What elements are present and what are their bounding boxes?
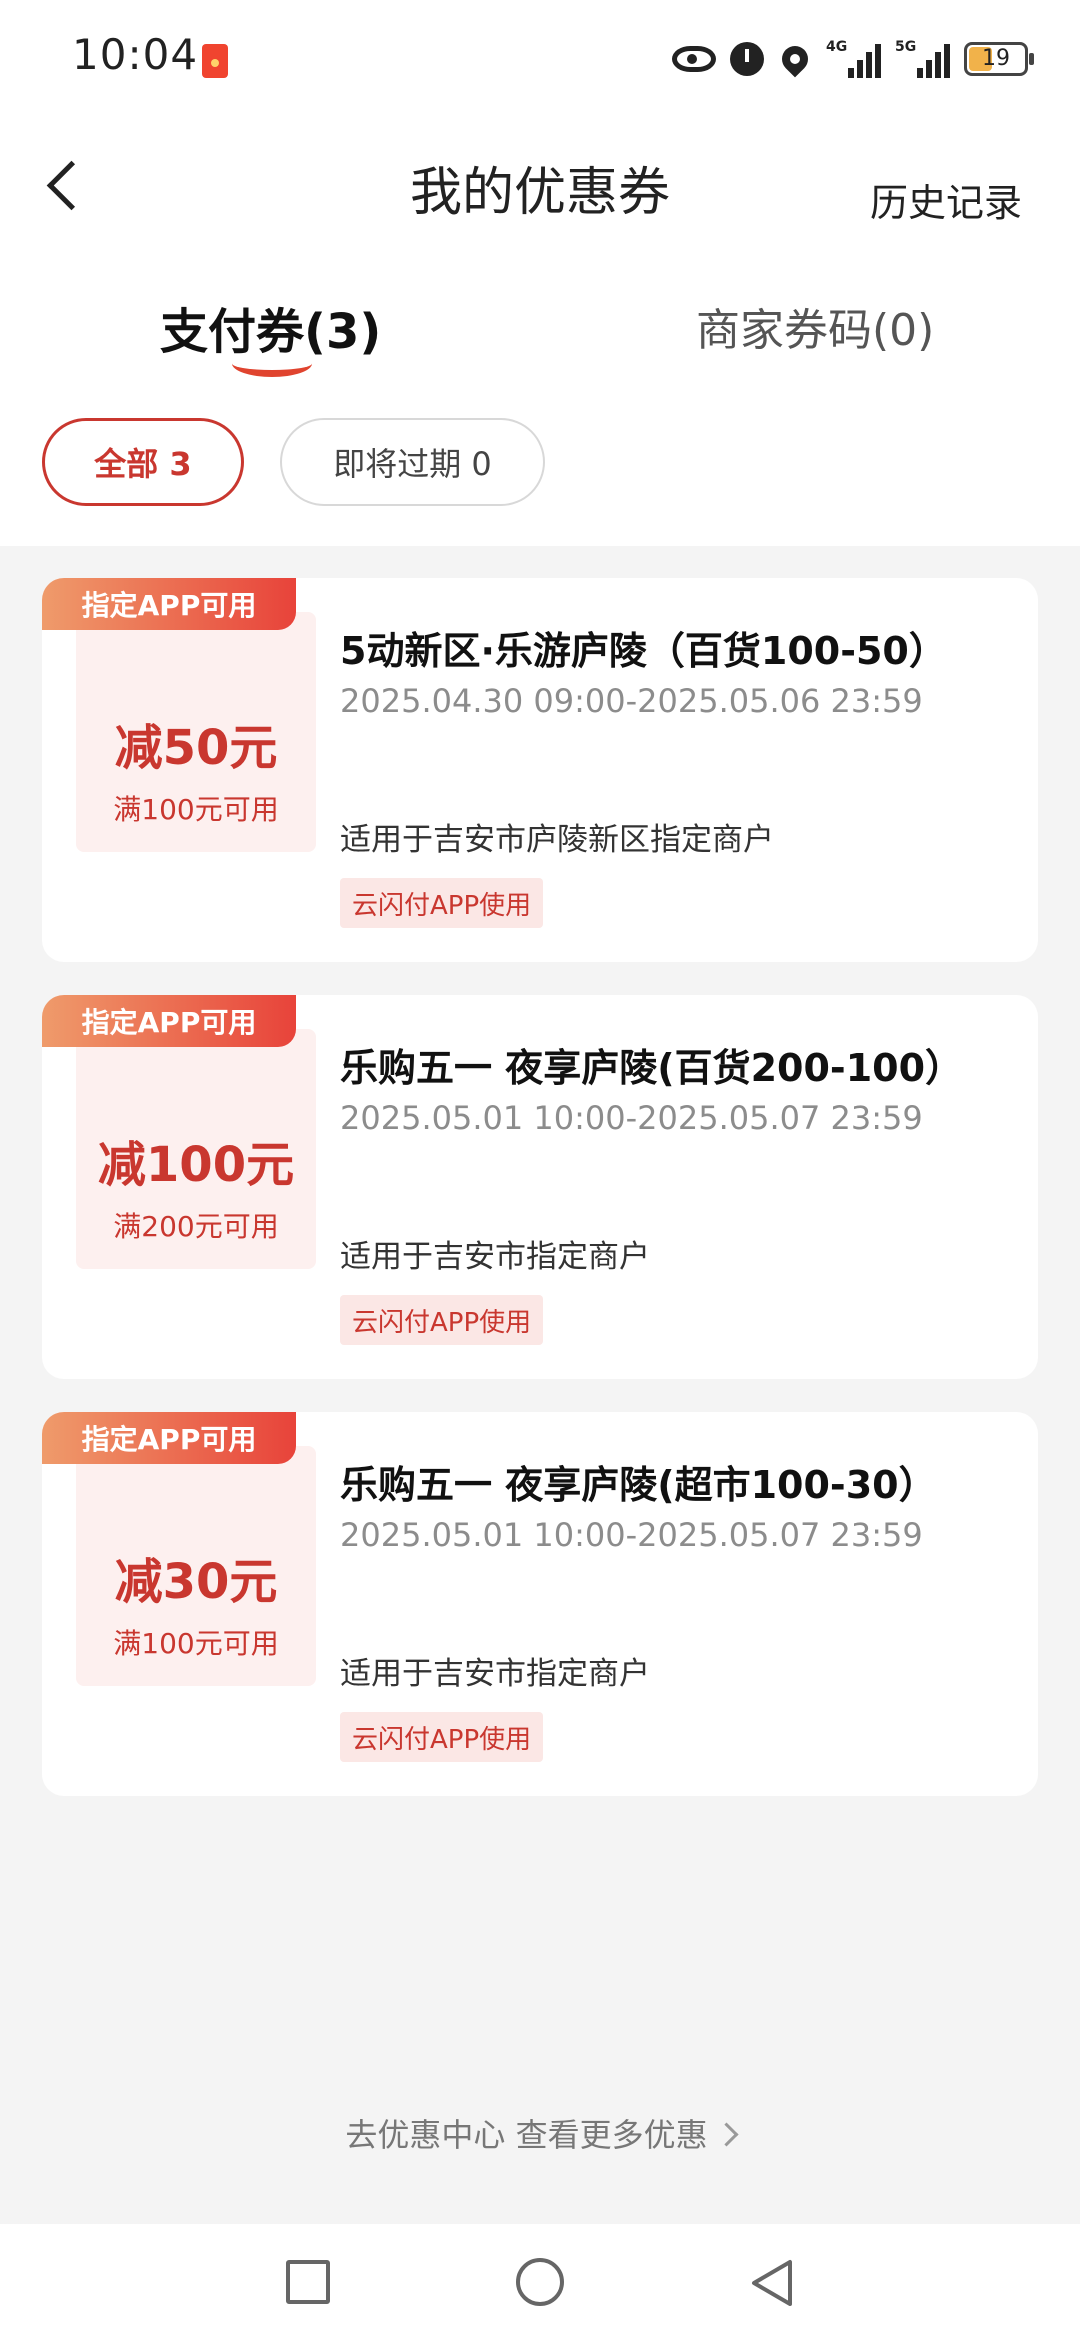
coupon-value-box: 减100元 满200元可用	[76, 1029, 316, 1269]
coupon-title: 乐购五一 夜享庐陵(百货200-100）	[340, 1046, 964, 1090]
more-offers-label: 去优惠中心 查看更多优惠	[345, 2116, 708, 2154]
coupon-badge: 指定APP可用	[42, 995, 296, 1047]
signal-4g-icon: 4G	[826, 40, 881, 78]
status-icons: 4G 5G 19	[672, 36, 1034, 82]
coupon-condition: 满100元可用	[113, 793, 279, 826]
status-bar: 10:04 4G 5G 19	[0, 0, 1080, 120]
eye-icon	[672, 46, 716, 72]
coupon-scope: 适用于吉安市庐陵新区指定商户	[340, 822, 774, 858]
filter-expiring[interactable]: 即将过期 0	[280, 418, 545, 506]
coupon-value-box: 减30元 满100元可用	[76, 1446, 316, 1686]
battery-icon: 19	[964, 42, 1034, 76]
tab-merchant-codes[interactable]: 商家券码(0)	[696, 294, 934, 358]
battery-level: 19	[982, 46, 1010, 71]
coupon-tag: 云闪付APP使用	[340, 1295, 544, 1345]
coupon-card[interactable]: 指定APP可用 减30元 满100元可用 乐购五一 夜享庐陵(超市100-30）…	[42, 1412, 1038, 1796]
coupon-card[interactable]: 指定APP可用 减50元 满100元可用 5动新区·乐游庐陵（百货100-50）…	[42, 578, 1038, 962]
coupon-value-box: 减50元 满100元可用	[76, 612, 316, 852]
nav-back-icon[interactable]	[748, 2258, 796, 2308]
location-icon	[776, 40, 814, 78]
alarm-icon	[730, 42, 764, 76]
system-nav-bar	[0, 2224, 1080, 2340]
coupon-scope: 适用于吉安市指定商户	[340, 1239, 650, 1275]
status-time: 10:04	[72, 30, 199, 79]
recent-apps-icon[interactable]	[286, 2260, 330, 2304]
signal-5g-icon: 5G	[895, 40, 950, 78]
coupon-condition: 满200元可用	[113, 1210, 279, 1243]
coupon-tag: 云闪付APP使用	[340, 1712, 544, 1762]
filter-all[interactable]: 全部 3	[42, 418, 244, 506]
coupon-title: 5动新区·乐游庐陵（百货100-50）	[340, 629, 947, 673]
coupon-amount: 减50元	[114, 720, 278, 776]
coupon-title: 乐购五一 夜享庐陵(超市100-30）	[340, 1463, 937, 1507]
coupon-date: 2025.04.30 09:00-2025.05.06 23:59	[340, 682, 923, 720]
history-link[interactable]: 历史记录	[870, 172, 1022, 227]
coupon-date: 2025.05.01 10:00-2025.05.07 23:59	[340, 1099, 923, 1137]
home-icon[interactable]	[516, 2258, 564, 2306]
coupon-condition: 满100元可用	[113, 1627, 279, 1660]
red-envelope-icon	[202, 44, 228, 78]
coupon-tag: 云闪付APP使用	[340, 878, 544, 928]
chevron-right-icon	[714, 2121, 739, 2147]
coupon-badge: 指定APP可用	[42, 1412, 296, 1464]
active-tab-indicator	[232, 350, 312, 377]
coupon-amount: 减30元	[114, 1554, 278, 1610]
coupon-card[interactable]: 指定APP可用 减100元 满200元可用 乐购五一 夜享庐陵(百货200-10…	[42, 995, 1038, 1379]
more-offers-link[interactable]: 去优惠中心 查看更多优惠	[0, 2110, 1080, 2156]
coupon-badge: 指定APP可用	[42, 578, 296, 630]
coupon-date: 2025.05.01 10:00-2025.05.07 23:59	[340, 1516, 923, 1554]
coupon-scope: 适用于吉安市指定商户	[340, 1656, 650, 1692]
coupon-amount: 减100元	[97, 1137, 295, 1193]
